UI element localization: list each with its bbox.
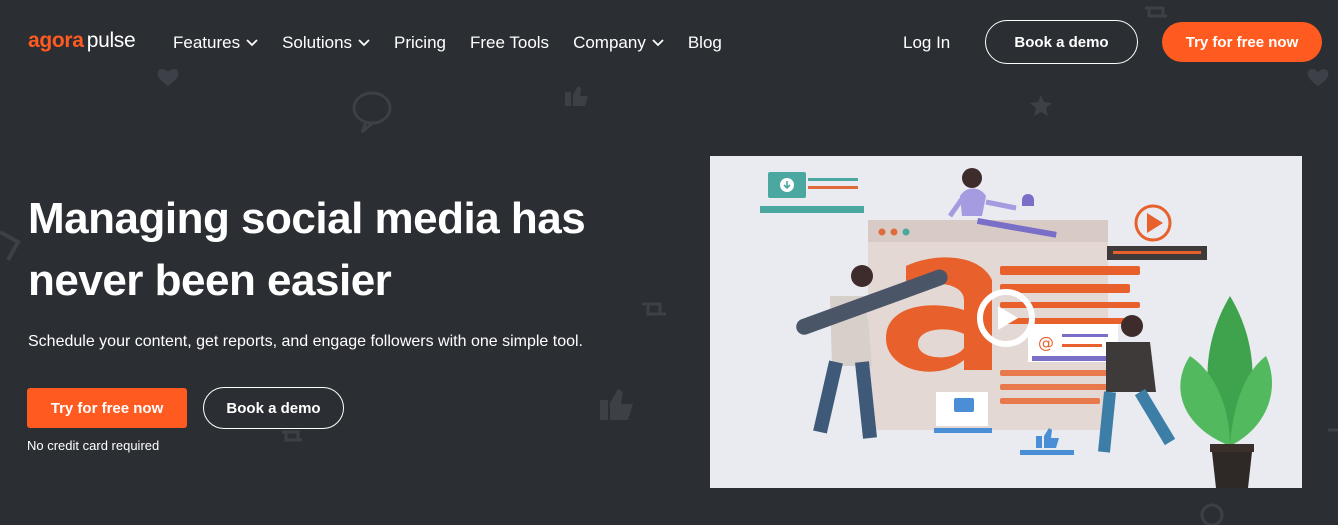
email-card: @ (1028, 324, 1118, 362)
video-card (1107, 204, 1207, 260)
hero-subline: Schedule your content, get reports, and … (28, 333, 583, 350)
hero-video-thumbnail[interactable]: @ (710, 156, 1302, 488)
nav-item-label: Solutions (282, 33, 353, 52)
hero-headline: Managing social media has never been eas… (28, 194, 586, 305)
chevron-down-icon (358, 39, 370, 47)
plant-illustration (1180, 296, 1272, 488)
svg-text:@: @ (1038, 333, 1054, 352)
chat-bubble-icon (352, 91, 392, 134)
chevron-down-icon (246, 39, 258, 47)
nav-item-solutions[interactable]: Solutions (282, 33, 370, 53)
nav-item-label: Company (573, 33, 646, 52)
nav-item-label: Free Tools (470, 33, 550, 52)
book-demo-button-header[interactable]: Book a demo (985, 20, 1138, 64)
decor-circle (1200, 503, 1224, 525)
book-demo-button[interactable]: Book a demo (203, 387, 344, 429)
no-credit-card-note: No credit card required (27, 438, 160, 453)
try-free-button-header[interactable]: Try for free now (1162, 22, 1322, 62)
repost-icon (0, 230, 21, 261)
nav-item-features[interactable]: Features (173, 33, 258, 53)
repost-icon (1145, 6, 1167, 18)
login-link[interactable]: Log In (903, 33, 950, 53)
hero-illustration: @ (760, 168, 1272, 488)
nav-item-blog[interactable]: Blog (688, 33, 722, 53)
star-icon (1030, 95, 1052, 116)
logo-part-pulse: pulse (86, 29, 136, 52)
repost-icon (282, 430, 302, 442)
nav-item-free-tools[interactable]: Free Tools (470, 33, 549, 53)
try-free-button[interactable]: Try for free now (27, 388, 187, 428)
chevron-down-icon (652, 39, 664, 47)
logo-part-agora: agora (28, 29, 84, 52)
nav-item-pricing[interactable]: Pricing (394, 33, 446, 53)
thumbs-up-icon (600, 389, 633, 420)
agorapulse-logo[interactable]: agora pulse (28, 29, 136, 53)
folder-card (760, 172, 864, 213)
main-nav: Features Solutions Pricing Free Tools Co… (173, 33, 746, 53)
heart-icon (157, 69, 179, 86)
like-card (1020, 428, 1074, 455)
nav-item-company[interactable]: Company (573, 33, 664, 53)
heart-icon (1307, 69, 1329, 86)
nav-item-label: Blog (687, 33, 722, 52)
nav-item-label: Features (173, 33, 241, 52)
thumbs-up-icon (565, 86, 588, 106)
nav-item-label: Pricing (394, 33, 446, 52)
